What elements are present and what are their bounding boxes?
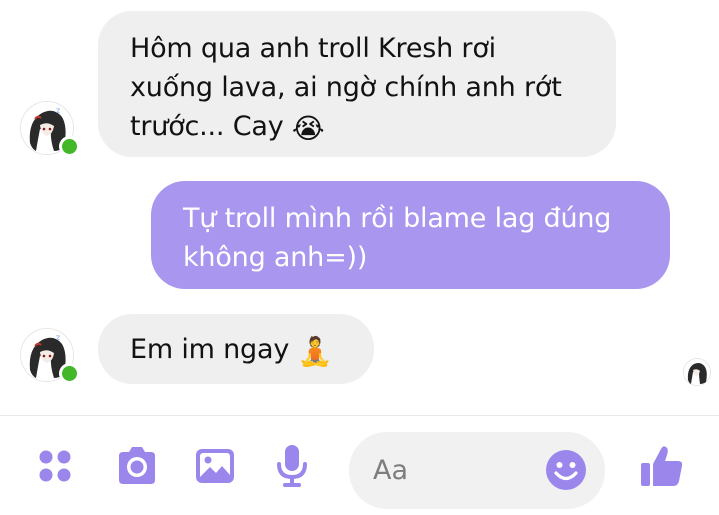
message-bubble[interactable]: Em im ngay 🧘 (98, 314, 374, 384)
camera-icon (119, 447, 155, 484)
message-text-line: không anh=)) (183, 242, 368, 273)
camera-button[interactable] (113, 416, 161, 515)
message-input[interactable]: Aa (349, 432, 605, 509)
avatar[interactable]: z (20, 328, 80, 384)
thumbs-up-button[interactable] (638, 416, 686, 515)
message-row: Hôm qua anh troll Kresh rơi xuống lava, … (0, 0, 719, 170)
seen-receipt-avatar (683, 358, 711, 386)
message-row: Em im ngay 🧘 z (0, 300, 719, 400)
svg-text:z: z (56, 333, 60, 342)
message-text-line: Em im ngay (130, 334, 290, 365)
online-status-dot (59, 363, 80, 384)
message-text-line: trước... Cay (130, 111, 284, 142)
person-in-lotus-position-icon: 🧘 (297, 335, 333, 368)
loudly-crying-face-icon: 😭 (291, 112, 325, 145)
menu-dots-icon (39, 450, 71, 482)
message-text-line-with-emoji: trước... Cay 😭 (130, 107, 596, 146)
seen-avatar-portrait-icon (684, 359, 710, 385)
message-text-line: Hôm qua anh troll Kresh rơi (130, 33, 496, 64)
message-bubble[interactable]: Hôm qua anh troll Kresh rơi xuống lava, … (98, 11, 616, 157)
svg-text:z: z (56, 106, 60, 115)
image-button[interactable] (191, 416, 239, 515)
online-status-dot (59, 136, 80, 157)
microphone-icon (277, 445, 307, 487)
avatar[interactable]: z (20, 101, 80, 157)
menu-dots-button[interactable] (31, 416, 79, 515)
image-icon (196, 449, 234, 483)
microphone-button[interactable] (268, 416, 316, 515)
message-text-line: xuống lava, ai ngờ chính anh rớt (130, 72, 562, 103)
message-input-placeholder: Aa (373, 455, 409, 486)
message-bubble[interactable]: Tự troll mình rồi blame lag đúng không a… (151, 181, 670, 289)
emoji-button[interactable] (545, 449, 587, 491)
message-composer: Aa (0, 415, 719, 515)
chat-screen: Hôm qua anh troll Kresh rơi xuống lava, … (0, 0, 719, 515)
emoji-icon (546, 450, 586, 490)
message-text-line: Tự troll mình rồi blame lag đúng (183, 203, 612, 234)
thumbs-up-icon (641, 446, 683, 486)
message-row: Tự troll mình rồi blame lag đúng không a… (0, 170, 719, 300)
